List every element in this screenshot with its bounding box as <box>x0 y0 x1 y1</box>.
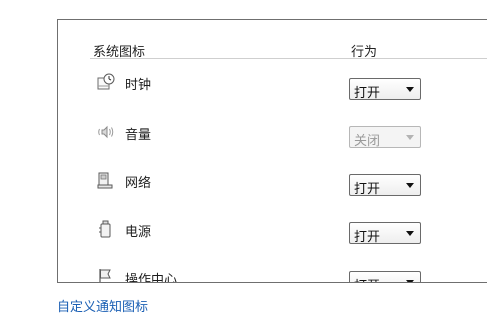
chevron-down-icon <box>406 231 414 236</box>
select-value: 打开 <box>354 86 381 101</box>
select-value: 打开 <box>354 230 381 245</box>
behavior-select-power[interactable]: 打开 <box>349 222 421 245</box>
row-label: 电源 <box>125 225 152 240</box>
row-network: 网络 打开 <box>96 170 487 197</box>
network-icon <box>96 170 116 190</box>
row-label: 时钟 <box>125 78 152 93</box>
row-label: 网络 <box>125 176 152 191</box>
select-value: 打开 <box>354 275 380 282</box>
chevron-down-icon <box>406 183 414 188</box>
row-power: 电源 打开 <box>96 219 487 245</box>
power-icon <box>96 219 116 239</box>
row-volume: 音量 关闭 <box>96 122 487 149</box>
chevron-down-icon <box>406 135 414 140</box>
header-divider <box>90 58 487 59</box>
row-label: 音量 <box>125 128 152 143</box>
behavior-select-action-center[interactable]: 打开 <box>349 271 421 282</box>
row-action-center: 操作中心 打开 <box>96 267 487 283</box>
select-value: 关闭 <box>354 134 381 149</box>
chevron-down-icon <box>406 87 414 92</box>
row-clock: 时钟 打开 <box>96 72 487 101</box>
customize-notification-icons-link[interactable]: 自定义通知图标 <box>57 296 148 315</box>
clock-icon <box>96 72 116 92</box>
flag-icon <box>96 267 116 282</box>
cropped-description <box>58 0 62 7</box>
chevron-down-icon <box>406 280 414 282</box>
behavior-select-clock[interactable]: 打开 <box>349 78 421 101</box>
row-label: 操作中心 <box>125 273 178 283</box>
system-icons-panel: 系统图标 行为 时钟 打开 音量 关闭 网络 打开 电源 打开 操作中心 <box>57 19 487 283</box>
behavior-select-network[interactable]: 打开 <box>349 174 421 197</box>
select-value: 打开 <box>354 182 381 197</box>
behavior-select-volume: 关闭 <box>349 126 421 149</box>
speaker-icon <box>96 122 116 142</box>
